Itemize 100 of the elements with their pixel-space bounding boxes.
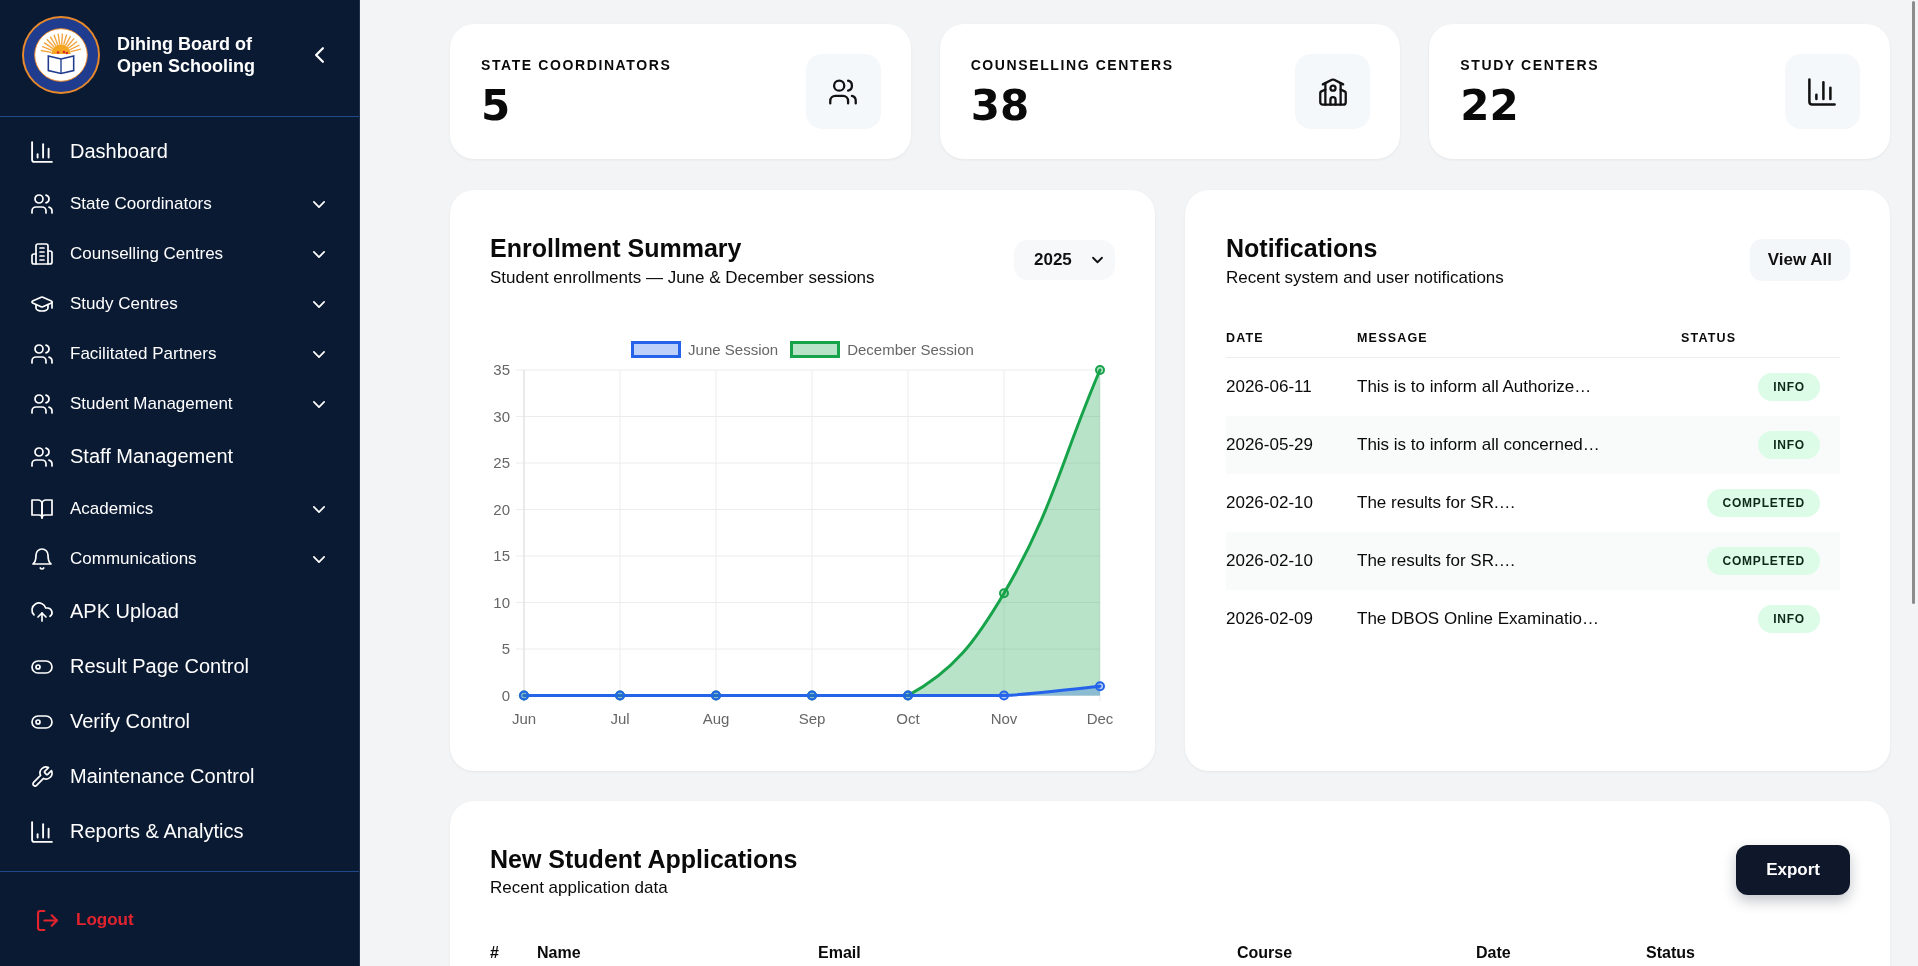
stat-label: STUDY CENTERS — [1460, 58, 1600, 73]
users-icon — [31, 193, 53, 215]
view-all-button[interactable]: View All — [1749, 239, 1850, 281]
legend-label[interactable]: June Session — [688, 340, 779, 358]
users-icon — [805, 54, 881, 129]
date-cell: 2026-02-09 — [1226, 609, 1313, 629]
data-point — [711, 690, 721, 701]
y-axis-label: 30 — [493, 407, 510, 425]
data-point — [999, 690, 1009, 701]
nav-item[interactable]: Study Centres — [0, 279, 359, 329]
status-badge: COMPLETED — [1707, 547, 1820, 575]
card-title: Enrollment Summary — [490, 234, 743, 262]
data-point — [903, 690, 913, 701]
card-subtitle: Student enrollments — June & December sessions — [490, 268, 875, 288]
data-point — [999, 588, 1009, 599]
nav-item[interactable]: Facilitated Partners — [0, 329, 359, 379]
message-cell: The results for SR.… — [1357, 551, 1516, 571]
stat-value: 38 — [970, 83, 1031, 129]
chevron-left-icon — [314, 47, 324, 63]
y-axis-label: 0 — [501, 686, 510, 704]
school-icon — [1295, 54, 1371, 129]
users-icon — [31, 445, 53, 468]
nav-item[interactable]: Student Management — [0, 379, 359, 429]
column-header: DATE — [1226, 330, 1264, 345]
users-icon — [31, 393, 53, 415]
wrench-icon — [31, 765, 53, 788]
nav-item[interactable]: Verify Control — [0, 694, 359, 749]
date-cell: 2026-02-10 — [1226, 551, 1313, 571]
legend-swatch-icon — [631, 340, 682, 358]
nav-item[interactable]: Academics — [0, 484, 359, 534]
chevron-down-icon — [313, 200, 325, 208]
message-cell: The results for SR.… — [1357, 493, 1516, 513]
message-cell: The DBOS Online Examinatio… — [1357, 609, 1599, 629]
graduation-cap-icon — [31, 293, 53, 315]
column-header: Status — [1646, 944, 1695, 962]
card-title: Notifications — [1226, 234, 1379, 262]
nav-item[interactable]: Reports & Analytics — [0, 804, 359, 859]
nav-item[interactable]: Staff Management — [0, 429, 359, 484]
chevron-down-icon — [1092, 257, 1103, 263]
x-axis-label: Dec — [1086, 709, 1114, 727]
y-axis-label: 35 — [493, 361, 510, 378]
chevron-down-icon — [313, 300, 325, 308]
date-cell: 2026-02-10 — [1226, 493, 1313, 513]
data-point — [1095, 681, 1105, 692]
y-axis-label: 15 — [493, 547, 510, 564]
x-axis-label: Oct — [896, 709, 920, 727]
status-badge: INFO — [1758, 373, 1820, 401]
bar-chart-icon — [1785, 54, 1860, 129]
bar-chart-icon — [31, 820, 53, 843]
bell-icon — [31, 548, 53, 570]
nav-item[interactable]: Communications — [0, 534, 359, 584]
nav-item[interactable]: State Coordinators — [0, 179, 359, 229]
bar-chart-icon — [31, 140, 53, 163]
chevron-down-icon — [313, 505, 325, 513]
x-axis-label: Aug — [702, 709, 730, 727]
status-badge: COMPLETED — [1707, 489, 1820, 517]
x-axis-label: Jul — [610, 709, 630, 727]
logout-button[interactable]: Logout — [0, 895, 138, 945]
legend-swatch-icon — [790, 340, 841, 358]
export-button[interactable]: Export — [1736, 845, 1850, 895]
column-header: Date — [1476, 944, 1511, 962]
nav-item[interactable]: Maintenance Control — [0, 749, 359, 804]
column-header: STATUS — [1681, 330, 1737, 345]
column-header: Name — [537, 944, 581, 962]
card-subtitle: Recent system and user notifications — [1226, 268, 1504, 288]
column-header: Course — [1237, 944, 1293, 962]
nav-item[interactable]: Counselling Centres — [0, 229, 359, 279]
y-axis-label: 20 — [493, 500, 510, 518]
column-header: Email — [818, 944, 861, 962]
book-icon — [31, 498, 53, 520]
x-axis-label: Sep — [798, 709, 826, 727]
logout-icon — [37, 909, 58, 931]
date-cell: 2026-06-11 — [1226, 377, 1312, 397]
x-axis-label: Nov — [990, 709, 1018, 727]
y-axis-label: 10 — [493, 593, 510, 611]
nav-item[interactable]: Dashboard — [0, 124, 359, 179]
x-axis-label: Jun — [511, 709, 537, 727]
data-point — [807, 690, 817, 701]
status-badge: INFO — [1758, 605, 1820, 633]
y-axis-label: 5 — [501, 640, 510, 657]
stat-label: COUNSELLING CENTERS — [970, 58, 1174, 73]
logo-icon — [22, 16, 100, 94]
data-point — [519, 690, 529, 701]
cloud-upload-icon — [31, 600, 53, 623]
nav-item[interactable]: APK Upload — [0, 584, 359, 639]
legend-label[interactable]: December Session — [847, 340, 974, 358]
chevron-down-icon — [313, 555, 325, 563]
chevron-down-icon — [313, 250, 325, 258]
stat-label: STATE COORDINATORS — [481, 58, 672, 73]
card-subtitle: Recent application data — [490, 878, 669, 898]
data-point — [1095, 365, 1105, 375]
scrollbar-thumb[interactable] — [1912, 1, 1915, 604]
data-point — [615, 690, 625, 701]
column-header: # — [490, 944, 499, 962]
building-icon — [31, 243, 53, 265]
stat-value: 22 — [1460, 83, 1520, 129]
card-title: New Student Applications — [490, 845, 798, 873]
nav-item[interactable]: Result Page Control — [0, 639, 359, 694]
y-axis-label: 25 — [493, 454, 510, 471]
year-select[interactable]: 2025 — [1014, 240, 1115, 280]
